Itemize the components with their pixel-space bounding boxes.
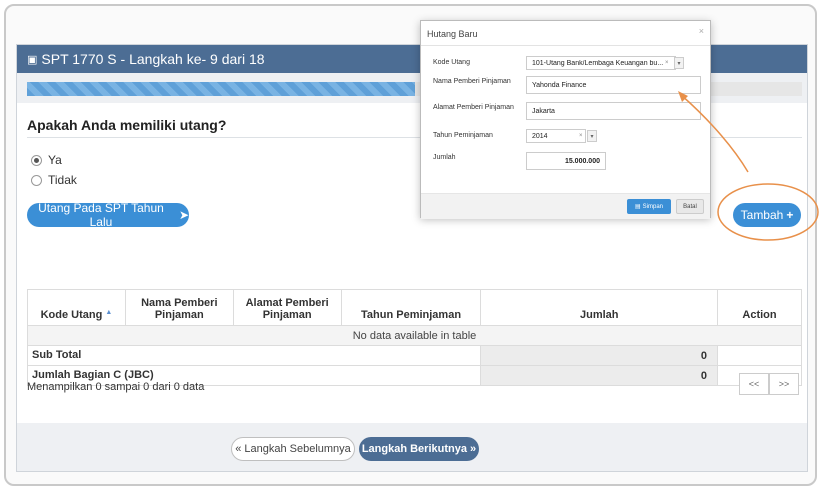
save-label: Simpan [642,203,663,210]
radio-dot-selected[interactable] [31,154,42,166]
clear-icon[interactable]: × [579,133,583,139]
radio-tidak-label: Tidak [48,173,77,187]
subtotal-action [717,345,802,366]
question-title: Apakah Anda memiliki utang? [27,117,227,133]
prev-year-debt-label: Utang Pada SPT Tahun Lalu [38,201,164,229]
jbc-value: 0 [480,365,719,386]
radio-dot[interactable] [31,174,42,186]
modal-divider [421,45,710,46]
table-header-row: Kode Utang ▲ Nama Pemberi Pinjaman Alama… [27,289,802,326]
save-button[interactable]: ▤ Simpan [627,199,671,214]
close-icon[interactable]: × [699,26,704,36]
new-debt-modal: Hutang Baru × Kode Utang 101-Utang Bank/… [420,20,711,219]
col-jumlah[interactable]: Jumlah [480,289,719,326]
next-step-button[interactable]: Langkah Berikutnya » [359,437,479,461]
save-icon: ▤ [634,204,641,210]
circle-arrow-right-icon: ➤ [178,208,189,222]
nama-pemberi-label: Nama Pemberi Pinjaman [433,78,511,85]
radio-ya-label: Ya [48,153,62,167]
pager-prev-button[interactable]: << [739,373,769,395]
prev-step-button[interactable]: « Langkah Sebelumnya [231,437,355,461]
modal-title: Hutang Baru [427,29,478,39]
add-button[interactable]: Tambah + [733,203,801,227]
sort-asc-icon: ▲ [105,309,113,316]
kode-utang-label: Kode Utang [433,59,470,66]
plus-icon: + [786,208,794,222]
prev-year-debt-button[interactable]: Utang Pada SPT Tahun Lalu ➤ [27,201,189,229]
radio-ya[interactable]: Ya [31,153,62,167]
subtotal-label: Sub Total [26,345,482,366]
chevron-down-icon[interactable]: ▾ [587,130,597,142]
col-nama-pemberi[interactable]: Nama Pemberi Pinjaman [124,289,234,326]
col-kode-utang[interactable]: Kode Utang ▲ [27,289,126,326]
cancel-button[interactable]: Batal [676,199,704,214]
clear-icon[interactable]: × [665,60,669,66]
debt-table: Kode Utang ▲ Nama Pemberi Pinjaman Alama… [26,289,802,386]
panel-title: SPT 1770 S - Langkah ke- 9 dari 18 [41,51,265,67]
jumlah-input[interactable]: 15.000.000 [526,152,606,170]
radio-tidak[interactable]: Tidak [31,173,77,187]
table-info: Menampilkan 0 sampai 0 dari 0 data [27,381,205,393]
empty-text: No data available in table [27,325,802,346]
empty-row: No data available in table [27,325,802,346]
col-action: Action [717,289,802,326]
col-tahun[interactable]: Tahun Peminjaman [340,289,482,326]
briefcase-icon: ▣ [27,53,38,66]
kode-utang-value: 101-Utang Bank/Lembaga Keuangan bu... [532,59,664,67]
tahun-value: 2014 [532,132,548,140]
col-alamat-pemberi[interactable]: Alamat Pemberi Pinjaman [232,289,342,326]
subtotal-value: 0 [480,345,719,366]
tahun-label: Tahun Peminjaman [433,132,493,139]
alamat-pemberi-input[interactable]: Jakarta [526,102,701,120]
kode-utang-select[interactable]: 101-Utang Bank/Lembaga Keuangan bu... [526,56,676,70]
jumlah-label: Jumlah [433,154,456,161]
chevron-down-icon[interactable]: ▾ [674,57,684,69]
modal-footer-divider [421,193,710,194]
nama-pemberi-input[interactable]: Yahonda Finance [526,76,701,94]
add-label: Tambah [740,208,784,222]
pager-next-button[interactable]: >> [769,373,799,395]
subtotal-row: Sub Total 0 [26,345,802,366]
tahun-select[interactable]: 2014 [526,129,586,143]
progress-fill [27,82,415,96]
pager: << >> [739,373,799,395]
alamat-pemberi-label: Alamat Pemberi Pinjaman [433,104,514,111]
